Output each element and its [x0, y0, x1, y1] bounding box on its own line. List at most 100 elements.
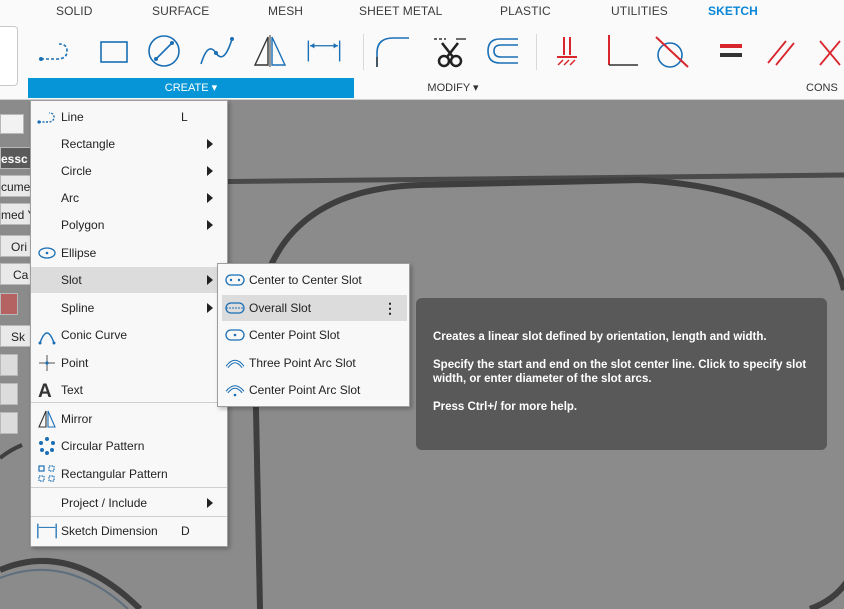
overall-slot-icon [224, 297, 246, 319]
spline-tool-button[interactable] [196, 30, 236, 72]
conic-curve-icon [36, 324, 58, 346]
line-tool-button[interactable] [35, 30, 75, 72]
submenu-item-center-to-center-slot[interactable]: Center to Center Slot [222, 267, 407, 293]
submenu-item-label: Center Point Arc Slot [249, 383, 361, 397]
workspace-tabs: SOLID SURFACE MESH SHEET METAL PLASTIC U… [0, 0, 844, 24]
submenu-item-label: Three Point Arc Slot [249, 356, 356, 370]
slot-submenu: Center to Center Slot Overall Slot ⋮ Center… [217, 263, 410, 407]
offset-tool-button[interactable] [482, 30, 522, 72]
menu-item-label: Slot [61, 273, 82, 287]
submenu-item-center-point-arc-slot[interactable]: Center Point Arc Slot [222, 377, 407, 403]
menu-item-circle[interactable]: Circle [31, 158, 227, 184]
menu-item-slot[interactable]: Slot [31, 267, 227, 293]
equal-icon [720, 44, 742, 57]
three-point-arc-slot-icon [224, 352, 246, 374]
toolbar-separator [536, 34, 537, 70]
menu-item-label: Polygon [61, 218, 105, 232]
menu-separator [31, 516, 227, 517]
tab-surface[interactable]: SURFACE [152, 4, 209, 18]
submenu-arrow-icon [207, 193, 213, 203]
menu-item-conic-curve[interactable]: Conic Curve [31, 322, 227, 348]
tab-sketch[interactable]: SKETCH [708, 4, 758, 18]
browser-item[interactable]: cume [0, 175, 32, 197]
tab-mesh[interactable]: MESH [268, 4, 303, 18]
image-thumbnail[interactable] [0, 293, 18, 315]
submenu-arrow-icon [207, 220, 213, 230]
fillet-tool-button[interactable] [371, 30, 411, 72]
menu-item-spline[interactable]: Spline [31, 295, 227, 321]
rectangle-tool-button[interactable] [94, 30, 134, 72]
menu-item-circular-pattern[interactable]: Circular Pattern [31, 433, 227, 459]
rectangle-icon [100, 41, 128, 63]
sketch-edit-icon[interactable] [0, 354, 18, 376]
menu-separator [31, 402, 227, 403]
center-point-slot-icon [224, 324, 246, 346]
tooltip-help: Press Ctrl+/ for more help. [433, 401, 578, 413]
constraints-group-button[interactable]: CONS [806, 78, 844, 98]
tooltip-description: Creates a linear slot defined by orienta… [433, 331, 767, 343]
submenu-arrow-icon [207, 498, 213, 508]
parallel-constraint-button[interactable] [760, 30, 800, 72]
submenu-item-center-point-slot[interactable]: Center Point Slot [222, 322, 407, 348]
svg-text:A: A [38, 381, 52, 400]
menu-item-point[interactable]: Point [31, 350, 227, 376]
menu-item-sketch-dimension[interactable]: Sketch Dimension D [31, 518, 227, 544]
circle-tool-button[interactable] [144, 30, 184, 72]
rectangular-pattern-icon [36, 463, 58, 485]
submenu-arrow-icon [207, 303, 213, 313]
browser-item[interactable]: med Y [0, 203, 32, 225]
browser-item[interactable]: Ori [0, 235, 32, 257]
trim-tool-button[interactable] [430, 30, 470, 72]
browser-item[interactable]: essc [0, 147, 32, 169]
menu-item-label: Circle [61, 164, 92, 178]
menu-item-mirror[interactable]: Mirror [31, 406, 227, 432]
perpendicular-constraint-button[interactable] [600, 30, 640, 72]
sketch-edit-icon[interactable] [0, 383, 18, 405]
mirror-icon [253, 35, 287, 67]
browser-item[interactable]: Ca [0, 263, 32, 285]
tooltip-instructions: Specify the start and end on the slot ce… [433, 359, 807, 385]
tangent-constraint-button[interactable] [652, 30, 692, 72]
menu-item-arc[interactable]: Arc [31, 185, 227, 211]
sketch-edit-icon[interactable] [0, 412, 18, 434]
menu-item-label: Project / Include [61, 496, 148, 510]
submenu-item-overall-slot[interactable]: Overall Slot ⋮ [222, 295, 407, 321]
tab-utilities[interactable]: UTILITIES [611, 4, 668, 18]
menu-item-ellipse[interactable]: Ellipse [31, 240, 227, 266]
perpendicular-lines-constraint-button[interactable] [812, 30, 844, 72]
sketch-dimension-tool-button[interactable] [304, 30, 344, 72]
fix-constraint-button[interactable] [548, 30, 588, 72]
line-icon [36, 106, 58, 128]
sketch-dimension-icon [36, 520, 58, 542]
submenu-arrow-icon [207, 275, 213, 285]
modify-group-button[interactable]: MODIFY ▾ [362, 78, 544, 98]
menu-separator [31, 487, 227, 488]
tab-sheet-metal[interactable]: SHEET METAL [359, 4, 442, 18]
submenu-item-three-point-arc-slot[interactable]: Three Point Arc Slot [222, 350, 407, 376]
submenu-item-label: Overall Slot [249, 301, 312, 315]
ellipse-icon [36, 242, 58, 264]
tab-plastic[interactable]: PLASTIC [500, 4, 551, 18]
mirror-tool-button[interactable] [250, 30, 290, 72]
circular-pattern-icon [36, 435, 58, 457]
left-panel-stub [0, 26, 18, 86]
menu-item-polygon[interactable]: Polygon [31, 212, 227, 238]
menu-item-label: Conic Curve [61, 328, 128, 342]
menu-item-label: Arc [61, 191, 79, 205]
menu-item-rectangle[interactable]: Rectangle [31, 131, 227, 157]
menu-item-text[interactable]: A Text [31, 377, 227, 403]
menu-item-label: Sketch Dimension [61, 524, 158, 538]
menu-item-line[interactable]: Line L [31, 104, 227, 130]
tab-solid[interactable]: SOLID [56, 4, 93, 18]
equal-constraint-button[interactable] [712, 30, 752, 72]
menu-item-shortcut: D [181, 524, 190, 538]
menu-item-label: Mirror [61, 412, 93, 426]
submenu-arrow-icon [207, 166, 213, 176]
menu-item-rectangular-pattern[interactable]: Rectangular Pattern [31, 461, 227, 487]
browser-item[interactable]: Sk [0, 325, 32, 347]
menu-item-project-include[interactable]: Project / Include [31, 490, 227, 516]
more-options-icon[interactable]: ⋮ [383, 300, 397, 317]
ribbon-toolbar: SOLID SURFACE MESH SHEET METAL PLASTIC U… [0, 0, 844, 100]
create-group-button[interactable]: CREATE ▾ [28, 78, 354, 98]
menu-item-label: Spline [61, 301, 95, 315]
